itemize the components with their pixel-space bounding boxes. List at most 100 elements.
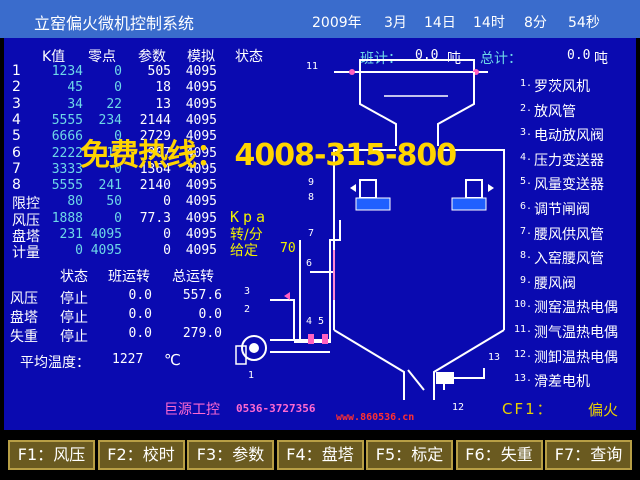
company-url[interactable]: www.860536.cn xyxy=(336,412,414,423)
diagram-label-9: 9 xyxy=(308,177,315,188)
avg-temp-label: 平均温度： xyxy=(20,355,90,371)
legend-number: 13. xyxy=(513,373,532,385)
kiln-wall-left xyxy=(333,149,396,330)
sensor-11 xyxy=(349,69,355,75)
fkey-code: F2： xyxy=(107,445,143,464)
legend-number: 11. xyxy=(513,324,532,335)
status-row-label: 盘塔 xyxy=(10,310,38,326)
legend-item: 12. 测卸温热电偶 xyxy=(504,349,634,369)
title-bar: 立窑偏火微机控制系统 2009年 3月 14日 14时 8分 54秒 xyxy=(0,0,640,38)
transmitter-4 xyxy=(308,334,314,344)
row-label: 6 xyxy=(12,144,21,161)
status-shift-run: 0.0 xyxy=(128,326,152,341)
legend-number: 3. xyxy=(519,127,532,139)
legend-item: 10. 测窑温热电偶 xyxy=(504,299,634,319)
fkey-label: 风压 xyxy=(53,445,86,464)
f4-tower-button[interactable]: F4：盘塔 xyxy=(276,440,364,470)
status-shift-run: 0.0 xyxy=(128,288,152,303)
status-total-run: 279.0 xyxy=(182,326,222,341)
valve-9-left xyxy=(350,184,356,192)
cf1-label: CF1： xyxy=(502,400,554,418)
fkey-label: 查询 xyxy=(590,445,623,464)
company-phone: 0536-3727356 xyxy=(236,402,316,415)
zero-value: 0 xyxy=(114,64,122,79)
legend-number: 4. xyxy=(519,151,532,163)
analog-value: 4095 xyxy=(185,243,217,259)
diagram-label-6: 6 xyxy=(306,258,313,269)
total-count-value: 0.0 xyxy=(567,48,591,63)
legend-text: 放风管 xyxy=(534,103,576,120)
row-label: 7 xyxy=(12,160,21,177)
legend-item: 5. 风量变送器 xyxy=(504,176,634,196)
legend-number: 12. xyxy=(513,348,532,360)
f2-time-button[interactable]: F2：校时 xyxy=(97,440,185,470)
table-row: 风压 1888 0 77.3 4095 xyxy=(4,210,234,229)
waist-duct-left xyxy=(355,197,391,211)
status-row: 盘塔 停止 0.0 0.0 xyxy=(4,307,234,326)
param-value: 13 xyxy=(155,96,171,112)
legend-number: 8. xyxy=(519,250,532,262)
diagram-label-2: 2 xyxy=(244,304,251,315)
function-key-bar: F1：风压 F2：校时 F3：参数 F4：盘塔 F5：标定 F6：失重 F7：查询 xyxy=(4,432,636,476)
vent-pipe xyxy=(270,299,295,340)
legend-text: 压力变送器 xyxy=(534,152,604,169)
avg-temp-unit: ℃ xyxy=(164,351,181,369)
legend-item: 4. 压力变送器 xyxy=(504,152,634,172)
k-value: 231 xyxy=(59,227,83,242)
row-label: 3 xyxy=(12,95,21,112)
param-value: 2144 xyxy=(139,112,171,128)
status-state: 停止 xyxy=(60,329,88,345)
fkey-code: F4： xyxy=(286,445,322,464)
k-value: 0 xyxy=(75,243,83,259)
legend-number: 2. xyxy=(519,102,532,114)
k-value: 3333 xyxy=(51,161,83,177)
f6-weight-loss-button[interactable]: F6：失重 xyxy=(455,440,543,470)
status-row-label: 失重 xyxy=(10,329,38,345)
legend-item: 3. 电动放风阀 xyxy=(504,127,634,147)
diagram-label-7: 7 xyxy=(308,228,315,239)
f3-params-button[interactable]: F3：参数 xyxy=(187,440,274,470)
company-name: 巨源工控 xyxy=(164,402,220,418)
legend-number: 6. xyxy=(519,201,532,212)
f5-calibrate-button[interactable]: F5：标定 xyxy=(366,440,453,470)
table-row: 3 34 22 13 4095 xyxy=(4,95,234,113)
diagram-label-13: 13 xyxy=(488,352,501,363)
col-param: 参数 xyxy=(138,49,166,65)
kiln-process-diagram xyxy=(235,59,505,400)
status-row: 失重 停止 0.0 279.0 xyxy=(4,326,234,345)
date-day: 14日 xyxy=(424,15,456,31)
zero-value: 234 xyxy=(98,112,122,128)
analog-value: 4095 xyxy=(185,178,217,194)
legend-item: 9. 腰风阀 xyxy=(504,275,634,295)
waist-inlet-right xyxy=(465,179,483,199)
row-label: 4 xyxy=(12,111,21,128)
analog-value: 4095 xyxy=(185,210,217,226)
fkey-label: 校时 xyxy=(142,445,175,464)
col-zero: 零点 xyxy=(88,49,116,65)
kiln-cone-left xyxy=(333,329,405,400)
k-value: 45 xyxy=(67,80,83,96)
k-value: 5555 xyxy=(51,112,83,128)
hotline-watermark: 免费热线： 4008-315-800 xyxy=(80,138,457,173)
legend-text: 风量变送器 xyxy=(534,177,604,194)
diagram-label-3: 3 xyxy=(244,286,251,297)
f7-query-button[interactable]: F7：查询 xyxy=(545,440,632,470)
table-row: 4 5555 234 2144 4095 xyxy=(4,111,234,129)
legend-number: 7. xyxy=(519,225,532,237)
diagram-label-12: 12 xyxy=(452,402,465,413)
f1-wind-pressure-button[interactable]: F1：风压 xyxy=(8,440,95,470)
legend-number: 9. xyxy=(519,274,532,286)
param-value: 2140 xyxy=(139,178,171,194)
table-row: 8 5555 241 2140 4095 xyxy=(4,177,234,194)
fkey-code: F3： xyxy=(196,445,233,464)
vent-valve-3 xyxy=(284,292,290,300)
analog-value: 4095 xyxy=(185,96,217,112)
legend-item: 2. 放风管 xyxy=(504,103,634,123)
legend-item: 6. 调节闸阀 xyxy=(504,201,634,221)
diagram-label-5: 5 xyxy=(318,316,325,327)
date-year: 2009年 xyxy=(312,15,362,31)
time-minute: 8分 xyxy=(524,15,547,31)
legend-item: 1. 罗茨风机 xyxy=(504,78,634,98)
legend-number: 5. xyxy=(519,176,532,188)
col-state: 状态 xyxy=(60,269,88,285)
